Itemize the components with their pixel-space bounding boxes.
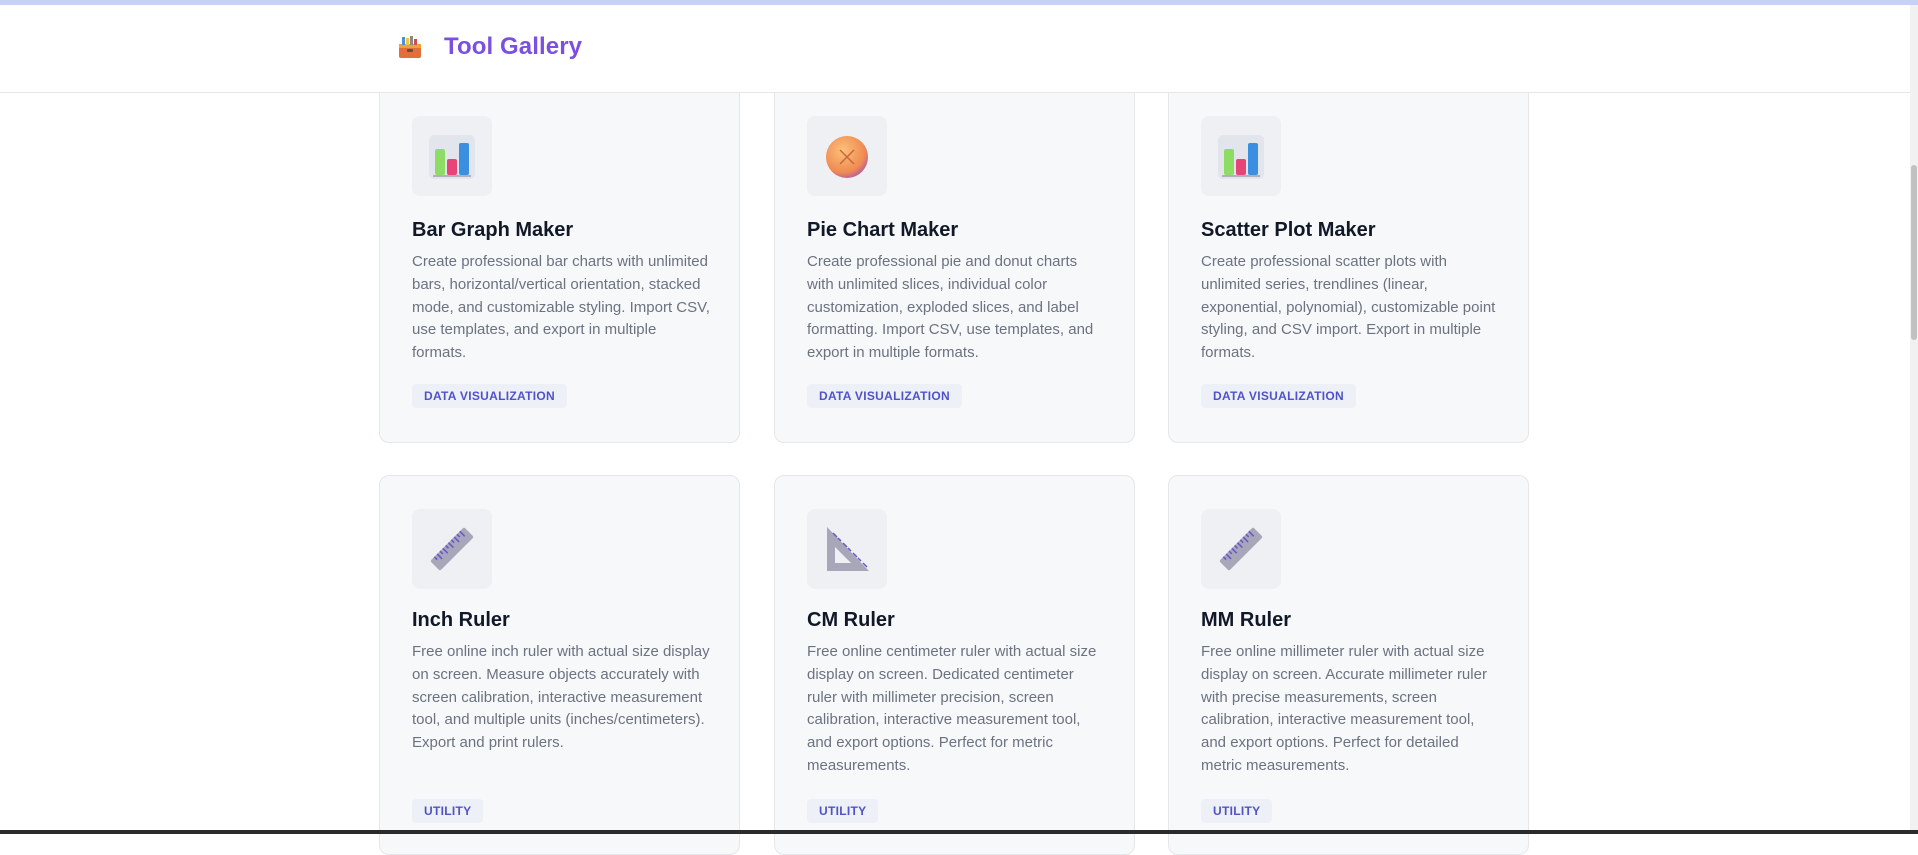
pie-chart-icon bbox=[807, 116, 887, 196]
card-title: Inch Ruler bbox=[412, 609, 510, 631]
site-title: Tool Gallery bbox=[444, 33, 583, 60]
tool-card-cm-ruler[interactable]: CM Ruler Free online centimeter ruler wi… bbox=[774, 475, 1135, 855]
tool-card-inch-ruler[interactable]: Inch Ruler Free online inch ruler with a… bbox=[379, 475, 740, 855]
tool-card-pie-chart-maker[interactable]: Pie Chart Maker Create professional pie … bbox=[774, 80, 1135, 443]
bottom-edge bbox=[0, 830, 1918, 834]
card-description: Free online millimeter ruler with actual… bbox=[1201, 643, 1487, 774]
tool-card-bar-graph-maker[interactable]: Bar Graph Maker Create professional bar … bbox=[379, 80, 740, 443]
bar-chart-icon bbox=[412, 116, 492, 196]
card-description: Create professional pie and donut charts… bbox=[807, 253, 1094, 362]
category-tag: DATA VISUALIZATION bbox=[807, 384, 962, 408]
card-title: MM Ruler bbox=[1201, 609, 1291, 631]
site-header: Tool Gallery bbox=[0, 5, 1910, 93]
card-title: Bar Graph Maker bbox=[412, 219, 574, 241]
toolbox-icon bbox=[396, 33, 424, 61]
category-tag: DATA VISUALIZATION bbox=[1201, 384, 1356, 408]
card-description: Create professional scatter plots with u… bbox=[1201, 253, 1496, 362]
category-tag: DATA VISUALIZATION bbox=[412, 384, 567, 408]
page-scrollbar[interactable] bbox=[1910, 5, 1918, 830]
tool-card-scatter-plot-maker[interactable]: Scatter Plot Maker Create professional s… bbox=[1168, 80, 1529, 443]
category-tag: UTILITY bbox=[807, 799, 879, 823]
card-title: Scatter Plot Maker bbox=[1201, 219, 1376, 241]
category-tag: UTILITY bbox=[412, 799, 484, 823]
ruler-icon bbox=[1201, 509, 1281, 589]
bar-chart-icon bbox=[1201, 116, 1281, 196]
triangular-ruler-icon bbox=[807, 509, 887, 589]
tool-card-mm-ruler[interactable]: MM Ruler Free online millimeter ruler wi… bbox=[1168, 475, 1529, 855]
category-tag: UTILITY bbox=[1201, 799, 1273, 823]
card-description: Create professional bar charts with unli… bbox=[412, 253, 710, 362]
card-title: Pie Chart Maker bbox=[807, 219, 959, 241]
card-title: CM Ruler bbox=[807, 609, 895, 631]
card-description: Free online centimeter ruler with actual… bbox=[807, 643, 1097, 774]
tool-grid: Bar Graph Maker Create professional bar … bbox=[0, 0, 1910, 855]
scrollbar-thumb[interactable] bbox=[1911, 165, 1917, 340]
ruler-icon bbox=[412, 509, 492, 589]
card-description: Free online inch ruler with actual size … bbox=[412, 643, 710, 752]
brand-link[interactable]: Tool Gallery bbox=[396, 33, 582, 61]
